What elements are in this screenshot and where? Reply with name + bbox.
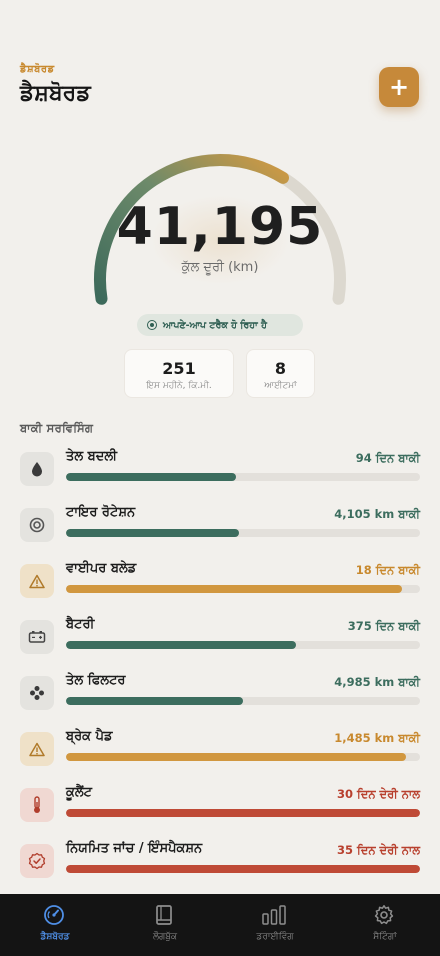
- service-row[interactable]: ਤੇਲ ਬਦਲੀ 94 ਦਿਨ ਬਾਕੀ: [20, 449, 420, 489]
- tab-gauge[interactable]: ਡੈਸ਼ਬੋਰਡ: [0, 894, 110, 956]
- warning-icon: [20, 732, 54, 766]
- tire-icon: [20, 508, 54, 542]
- service-row[interactable]: ਕੂਲੈਂਟ 30 ਦਿਨ ਦੇਰੀ ਨਾਲ: [20, 785, 420, 825]
- tab-label: ਡਰਾਈਵਿੰਗ: [256, 932, 294, 942]
- tab-book[interactable]: ਲੌਗਬੁੱਕ: [110, 894, 220, 956]
- service-status: 4,985 km ਬਾਕੀ: [334, 675, 420, 689]
- stat-label: ਇਸ ਮਹੀਨੇ, ਕਿ.ਮੀ.: [146, 381, 212, 391]
- plus-icon: +: [388, 73, 410, 101]
- badge-check-icon: [20, 844, 54, 878]
- service-row[interactable]: ਨਿਯਮਿਤ ਜਾਂਚ / ਇੰਸਪੈਕਸ਼ਨ 35 ਦਿਨ ਦੇਰੀ ਨਾਲ: [20, 841, 420, 881]
- auto-tracking-badge[interactable]: ਆਪਣੇ-ਆਪ ਟਰੈਕ ਹੋ ਰਿਹਾ ਹੈ: [137, 314, 303, 336]
- service-progress-fill: [66, 809, 420, 817]
- bars-icon: [261, 904, 287, 930]
- service-progress-fill: [66, 529, 240, 537]
- service-progress-track: [66, 865, 420, 873]
- service-name: ਤੇਲ ਫਿਲਟਰ: [66, 673, 126, 688]
- service-progress-track: [66, 697, 420, 705]
- service-name: ਨਿਯਮਿਤ ਜਾਂਚ / ਇੰਸਪੈਕਸ਼ਨ: [66, 841, 203, 856]
- service-status: 18 ਦਿਨ ਬਾਕੀ: [355, 563, 420, 577]
- service-progress-track: [66, 585, 420, 593]
- service-name: ਕੂਲੈਂਟ: [66, 785, 92, 800]
- service-progress-fill: [66, 585, 403, 593]
- odometer-label: ਕੁੱਲ ਦੂਰੀ (km): [181, 260, 259, 275]
- filter-icon: [20, 676, 54, 710]
- tab-bar: ਡੈਸ਼ਬੋਰਡ ਲੌਗਬੁੱਕ ਡਰਾਈਵਿੰਗ ਸੈਟਿੰਗਾਂ: [0, 894, 440, 956]
- service-row[interactable]: ਵਾਈਪਰ ਬਲੇਡ 18 ਦਿਨ ਬਾਕੀ: [20, 561, 420, 601]
- service-row[interactable]: ਬ੍ਰੇਕ ਪੈਡ 1,485 km ਬਾਕੀ: [20, 729, 420, 769]
- service-status: 30 ਦਿਨ ਦੇਰੀ ਨਾਲ: [337, 787, 420, 801]
- battery-icon: [20, 620, 54, 654]
- service-progress-fill: [66, 641, 297, 649]
- odometer-gauge: 41,195 ਕੁੱਲ ਦੂਰੀ (km): [0, 150, 440, 310]
- service-progress-track: [66, 809, 420, 817]
- tab-label: ਲੌਗਬੁੱਕ: [152, 932, 178, 942]
- tab-label: ਸੈਟਿੰਗਾਂ: [373, 932, 397, 942]
- service-name: ਤੇਲ ਬਦਲੀ: [66, 449, 118, 464]
- service-name: ਬੈਟਰੀ: [66, 617, 95, 632]
- odometer-value: 41,195: [116, 197, 324, 257]
- stat-value: 8: [274, 359, 287, 378]
- service-progress-track: [66, 641, 420, 649]
- page-title: ਡੈਸ਼ਬੋਰਡ: [20, 81, 91, 106]
- warning-icon: [20, 564, 54, 598]
- service-progress-track: [66, 753, 420, 761]
- service-progress-fill: [66, 865, 420, 873]
- stat-label: ਆਈਟਮਾਂ: [264, 381, 297, 391]
- service-name: ਬ੍ਰੇਕ ਪੈਡ: [66, 729, 113, 744]
- drop-icon: [20, 452, 54, 486]
- service-progress-fill: [66, 697, 243, 705]
- service-progress-track: [66, 473, 420, 481]
- service-status: 35 ਦਿਨ ਦੇਰੀ ਨਾਲ: [337, 843, 420, 857]
- stat-month-km: 251 ਇਸ ਮਹੀਨੇ, ਕਿ.ਮੀ.: [124, 349, 234, 398]
- gear-icon: [373, 904, 395, 930]
- service-status: 375 ਦਿਨ ਬਾਕੀ: [347, 619, 420, 633]
- stat-items: 8 ਆਈਟਮਾਂ: [246, 349, 315, 398]
- service-name: ਟਾਇਰ ਰੋਟੇਸ਼ਨ: [66, 505, 136, 520]
- tab-label: ਡੈਸ਼ਬੋਰਡ: [40, 932, 70, 942]
- service-row[interactable]: ਤੇਲ ਫਿਲਟਰ 4,985 km ਬਾਕੀ: [20, 673, 420, 713]
- service-status: 94 ਦਿਨ ਬਾਕੀ: [355, 451, 420, 465]
- stat-value: 251: [162, 359, 196, 378]
- service-status: 1,485 km ਬਾਕੀ: [334, 731, 420, 745]
- tracking-dot-icon: [147, 320, 157, 330]
- service-row[interactable]: ਟਾਇਰ ਰੋਟੇਸ਼ਨ 4,105 km ਬਾਕੀ: [20, 505, 420, 545]
- tab-gear[interactable]: ਸੈਟਿੰਗਾਂ: [330, 894, 440, 956]
- service-progress-track: [66, 529, 420, 537]
- service-row[interactable]: ਬੈਟਰੀ 375 ਦਿਨ ਬਾਕੀ: [20, 617, 420, 657]
- tracking-text: ਆਪਣੇ-ਆਪ ਟਰੈਕ ਹੋ ਰਿਹਾ ਹੈ: [163, 319, 267, 331]
- book-icon: [153, 904, 175, 930]
- gauge-icon: [43, 904, 65, 930]
- service-name: ਵਾਈਪਰ ਬਲੇਡ: [66, 561, 137, 576]
- header-eyebrow: ਡੈਸ਼ਬੋਰਡ: [20, 64, 55, 75]
- header: ਡੈਸ਼ਬੋਰਡ ਡੈਸ਼ਬੋਰਡ: [20, 64, 91, 106]
- tab-bars[interactable]: ਡਰਾਈਵਿੰਗ: [220, 894, 330, 956]
- service-progress-fill: [66, 753, 406, 761]
- service-status: 4,105 km ਬਾਕੀ: [334, 507, 420, 521]
- service-progress-fill: [66, 473, 236, 481]
- add-button[interactable]: +: [379, 67, 419, 107]
- thermometer-icon: [20, 788, 54, 822]
- section-title-remaining-service: ਬਾਕੀ ਸਰਵਿਸਿੰਗ: [20, 421, 94, 435]
